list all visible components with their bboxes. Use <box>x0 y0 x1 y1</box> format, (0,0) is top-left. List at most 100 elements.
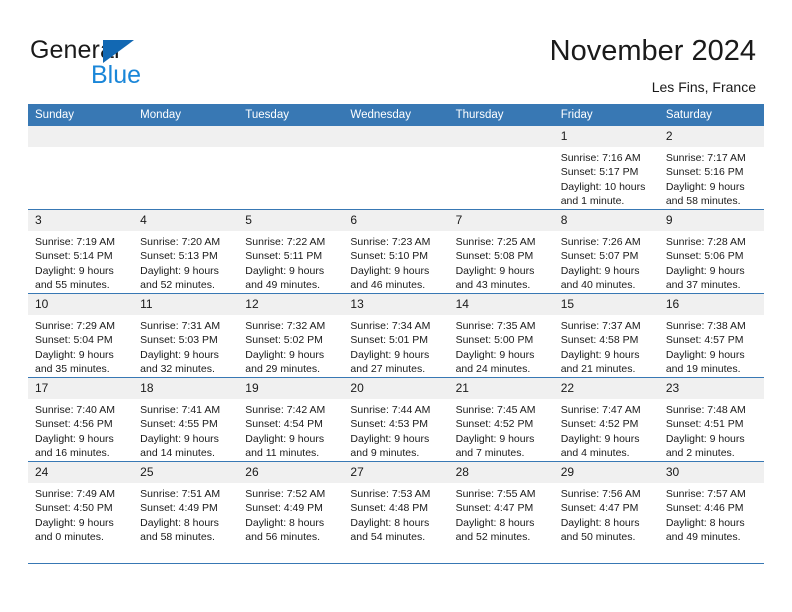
calendar-day-cell[interactable]: 21 Sunrise: 7:45 AM Sunset: 4:52 PM Dayligh… <box>448 377 554 462</box>
daylight-duration-line2: and 27 minutes. <box>350 363 426 376</box>
day-details: Sunrise: 7:20 AM Sunset: 5:13 PM Daylight:… <box>133 231 238 293</box>
calendar-day-cell[interactable]: 8 Sunrise: 7:26 AM Sunset: 5:07 PM Daylight… <box>553 209 659 294</box>
day-number <box>133 126 239 147</box>
day-number: 3 <box>28 210 134 231</box>
sunset-time: Sunset: 4:55 PM <box>140 418 218 431</box>
sunset-time: Sunset: 4:56 PM <box>35 418 113 431</box>
calendar-day-cell[interactable]: 4 Sunrise: 7:20 AM Sunset: 5:13 PM Daylight… <box>133 209 239 294</box>
sunset-time: Sunset: 5:07 PM <box>560 250 639 263</box>
page-subtitle: Les Fins, France <box>651 79 756 95</box>
sunset-time: Sunset: 5:02 PM <box>245 334 323 347</box>
calendar-day-cell[interactable]: 3 Sunrise: 7:19 AM Sunset: 5:14 PM Daylight… <box>28 209 134 294</box>
day-details: Sunrise: 7:47 AM Sunset: 4:52 PM Daylight:… <box>554 399 659 461</box>
sunrise-time: Sunrise: 7:49 AM <box>35 488 115 500</box>
calendar-cell-empty <box>448 126 554 210</box>
calendar-day-cell[interactable]: 7 Sunrise: 7:25 AM Sunset: 5:08 PM Daylight… <box>448 209 554 294</box>
day-number: 30 <box>658 462 764 483</box>
calendar-day-cell[interactable]: 20 Sunrise: 7:44 AM Sunset: 4:53 PM Dayligh… <box>343 377 449 462</box>
calendar-day-cell[interactable]: 25 Sunrise: 7:51 AM Sunset: 4:49 PM Dayligh… <box>133 461 239 545</box>
calendar-day-cell[interactable]: 29 Sunrise: 7:56 AM Sunset: 4:47 PM Dayligh… <box>553 461 659 545</box>
calendar-day-cell[interactable]: 24 Sunrise: 7:49 AM Sunset: 4:50 PM Dayligh… <box>28 461 134 545</box>
calendar-day-cell[interactable]: 13 Sunrise: 7:34 AM Sunset: 5:01 PM Dayligh… <box>343 293 449 378</box>
daylight-duration-line1: Daylight: 9 hours <box>245 348 325 361</box>
daylight-duration-line1: Daylight: 9 hours <box>245 264 325 277</box>
daylight-duration-line2: and 21 minutes. <box>560 363 636 376</box>
calendar-day-cell[interactable]: 26 Sunrise: 7:52 AM Sunset: 4:49 PM Dayligh… <box>238 461 344 545</box>
day-number: 6 <box>343 210 449 231</box>
sunrise-time: Sunrise: 7:38 AM <box>665 320 746 332</box>
daylight-duration-line1: Daylight: 9 hours <box>455 432 535 445</box>
sunset-time: Sunset: 4:50 PM <box>35 502 113 515</box>
sunset-time: Sunset: 5:14 PM <box>35 250 113 263</box>
daylight-duration-line1: Daylight: 9 hours <box>455 348 535 361</box>
day-number: 15 <box>553 294 659 315</box>
calendar-day-cell[interactable]: 16 Sunrise: 7:38 AM Sunset: 4:57 PM Dayligh… <box>658 293 764 378</box>
day-details: Sunrise: 7:45 AM Sunset: 4:52 PM Daylight:… <box>449 399 554 461</box>
daylight-duration-line2: and 52 minutes. <box>140 279 215 292</box>
daylight-duration-line2: and 52 minutes. <box>455 531 531 544</box>
calendar-day-cell[interactable]: 6 Sunrise: 7:23 AM Sunset: 5:10 PM Daylight… <box>343 209 449 294</box>
day-details: Sunrise: 7:53 AM Sunset: 4:48 PM Daylight:… <box>343 483 448 545</box>
day-number: 16 <box>658 294 764 315</box>
calendar-week-row: 1 Sunrise: 7:16 AM Sunset: 5:17 PM Daylight… <box>28 126 764 210</box>
calendar-day-cell[interactable]: 14 Sunrise: 7:35 AM Sunset: 5:00 PM Dayligh… <box>448 293 554 378</box>
day-details: Sunrise: 7:44 AM Sunset: 4:53 PM Daylight:… <box>343 399 448 461</box>
calendar-day-cell[interactable]: 28 Sunrise: 7:55 AM Sunset: 4:47 PM Dayligh… <box>448 461 554 545</box>
day-details: Sunrise: 7:22 AM Sunset: 5:11 PM Daylight:… <box>238 231 343 293</box>
calendar-day-cell[interactable]: 1 Sunrise: 7:16 AM Sunset: 5:17 PM Daylight… <box>553 126 659 210</box>
calendar-day-cell[interactable]: 11 Sunrise: 7:31 AM Sunset: 5:03 PM Dayligh… <box>133 293 239 378</box>
daylight-duration-line1: Daylight: 8 hours <box>455 516 535 529</box>
daylight-duration-line1: Daylight: 9 hours <box>455 264 535 277</box>
calendar-day-cell[interactable]: 17 Sunrise: 7:40 AM Sunset: 4:56 PM Dayligh… <box>28 377 134 462</box>
sunrise-time: Sunrise: 7:31 AM <box>140 320 221 332</box>
calendar-day-cell[interactable]: 12 Sunrise: 7:32 AM Sunset: 5:02 PM Dayligh… <box>238 293 344 378</box>
day-number: 18 <box>133 378 239 399</box>
daylight-duration-line2: and 16 minutes. <box>35 447 110 460</box>
calendar-day-cell[interactable]: 10 Sunrise: 7:29 AM Sunset: 5:04 PM Dayligh… <box>28 293 134 378</box>
day-number: 14 <box>448 294 554 315</box>
sunset-time: Sunset: 5:04 PM <box>35 334 113 347</box>
calendar-day-cell[interactable]: 30 Sunrise: 7:57 AM Sunset: 4:46 PM Dayligh… <box>658 461 764 545</box>
calendar-body: 1 Sunrise: 7:16 AM Sunset: 5:17 PM Daylight… <box>28 126 764 545</box>
weekday-header-thursday: Thursday <box>448 104 554 126</box>
day-number: 1 <box>553 126 659 147</box>
day-details: Sunrise: 7:37 AM Sunset: 4:58 PM Daylight:… <box>554 315 659 377</box>
daylight-duration-line1: Daylight: 8 hours <box>245 516 325 529</box>
calendar-week-row: 3 Sunrise: 7:19 AM Sunset: 5:14 PM Daylight… <box>28 209 764 294</box>
calendar-day-cell[interactable]: 22 Sunrise: 7:47 AM Sunset: 4:52 PM Dayligh… <box>553 377 659 462</box>
sunrise-time: Sunrise: 7:55 AM <box>455 488 536 500</box>
daylight-duration-line1: Daylight: 9 hours <box>560 432 640 445</box>
calendar-cell-empty <box>238 126 344 210</box>
sunrise-time: Sunrise: 7:34 AM <box>350 320 431 332</box>
daylight-duration-line2: and 43 minutes. <box>455 279 531 292</box>
calendar-day-cell[interactable]: 27 Sunrise: 7:53 AM Sunset: 4:48 PM Dayligh… <box>343 461 449 545</box>
sunrise-time: Sunrise: 7:37 AM <box>560 320 641 332</box>
calendar-day-cell[interactable]: 23 Sunrise: 7:48 AM Sunset: 4:51 PM Dayligh… <box>658 377 764 462</box>
day-number <box>238 126 344 147</box>
sunrise-time: Sunrise: 7:52 AM <box>245 488 326 500</box>
calendar-day-cell[interactable]: 19 Sunrise: 7:42 AM Sunset: 4:54 PM Dayligh… <box>238 377 344 462</box>
daylight-duration-line1: Daylight: 8 hours <box>665 516 745 529</box>
calendar-day-cell[interactable]: 5 Sunrise: 7:22 AM Sunset: 5:11 PM Daylight… <box>238 209 344 294</box>
sunrise-time: Sunrise: 7:29 AM <box>35 320 115 332</box>
daylight-duration-line2: and 55 minutes. <box>35 279 110 292</box>
daylight-duration-line2: and 7 minutes. <box>455 447 525 460</box>
daylight-duration-line2: and 2 minutes. <box>665 447 735 460</box>
daylight-duration-line2: and 19 minutes. <box>665 363 741 376</box>
calendar-day-cell[interactable]: 9 Sunrise: 7:28 AM Sunset: 5:06 PM Daylight… <box>658 209 764 294</box>
calendar-day-cell[interactable]: 18 Sunrise: 7:41 AM Sunset: 4:55 PM Dayligh… <box>133 377 239 462</box>
sunrise-time: Sunrise: 7:41 AM <box>140 404 221 416</box>
day-details: Sunrise: 7:31 AM Sunset: 5:03 PM Daylight:… <box>133 315 238 377</box>
calendar-day-cell[interactable]: 2 Sunrise: 7:17 AM Sunset: 5:16 PM Daylight… <box>658 126 764 210</box>
logo-text-blue: Blue <box>91 61 142 89</box>
sunset-time: Sunset: 4:48 PM <box>350 502 429 515</box>
calendar-day-cell[interactable]: 15 Sunrise: 7:37 AM Sunset: 4:58 PM Dayligh… <box>553 293 659 378</box>
day-number: 7 <box>448 210 554 231</box>
day-number: 28 <box>448 462 554 483</box>
sunrise-time: Sunrise: 7:53 AM <box>350 488 431 500</box>
daylight-duration-line2: and 24 minutes. <box>455 363 531 376</box>
calendar-week-row: 24 Sunrise: 7:49 AM Sunset: 4:50 PM Dayligh… <box>28 461 764 545</box>
weekday-header-saturday: Saturday <box>658 104 764 126</box>
daylight-duration-line2: and 58 minutes. <box>665 195 741 208</box>
sunrise-time: Sunrise: 7:28 AM <box>665 236 746 248</box>
